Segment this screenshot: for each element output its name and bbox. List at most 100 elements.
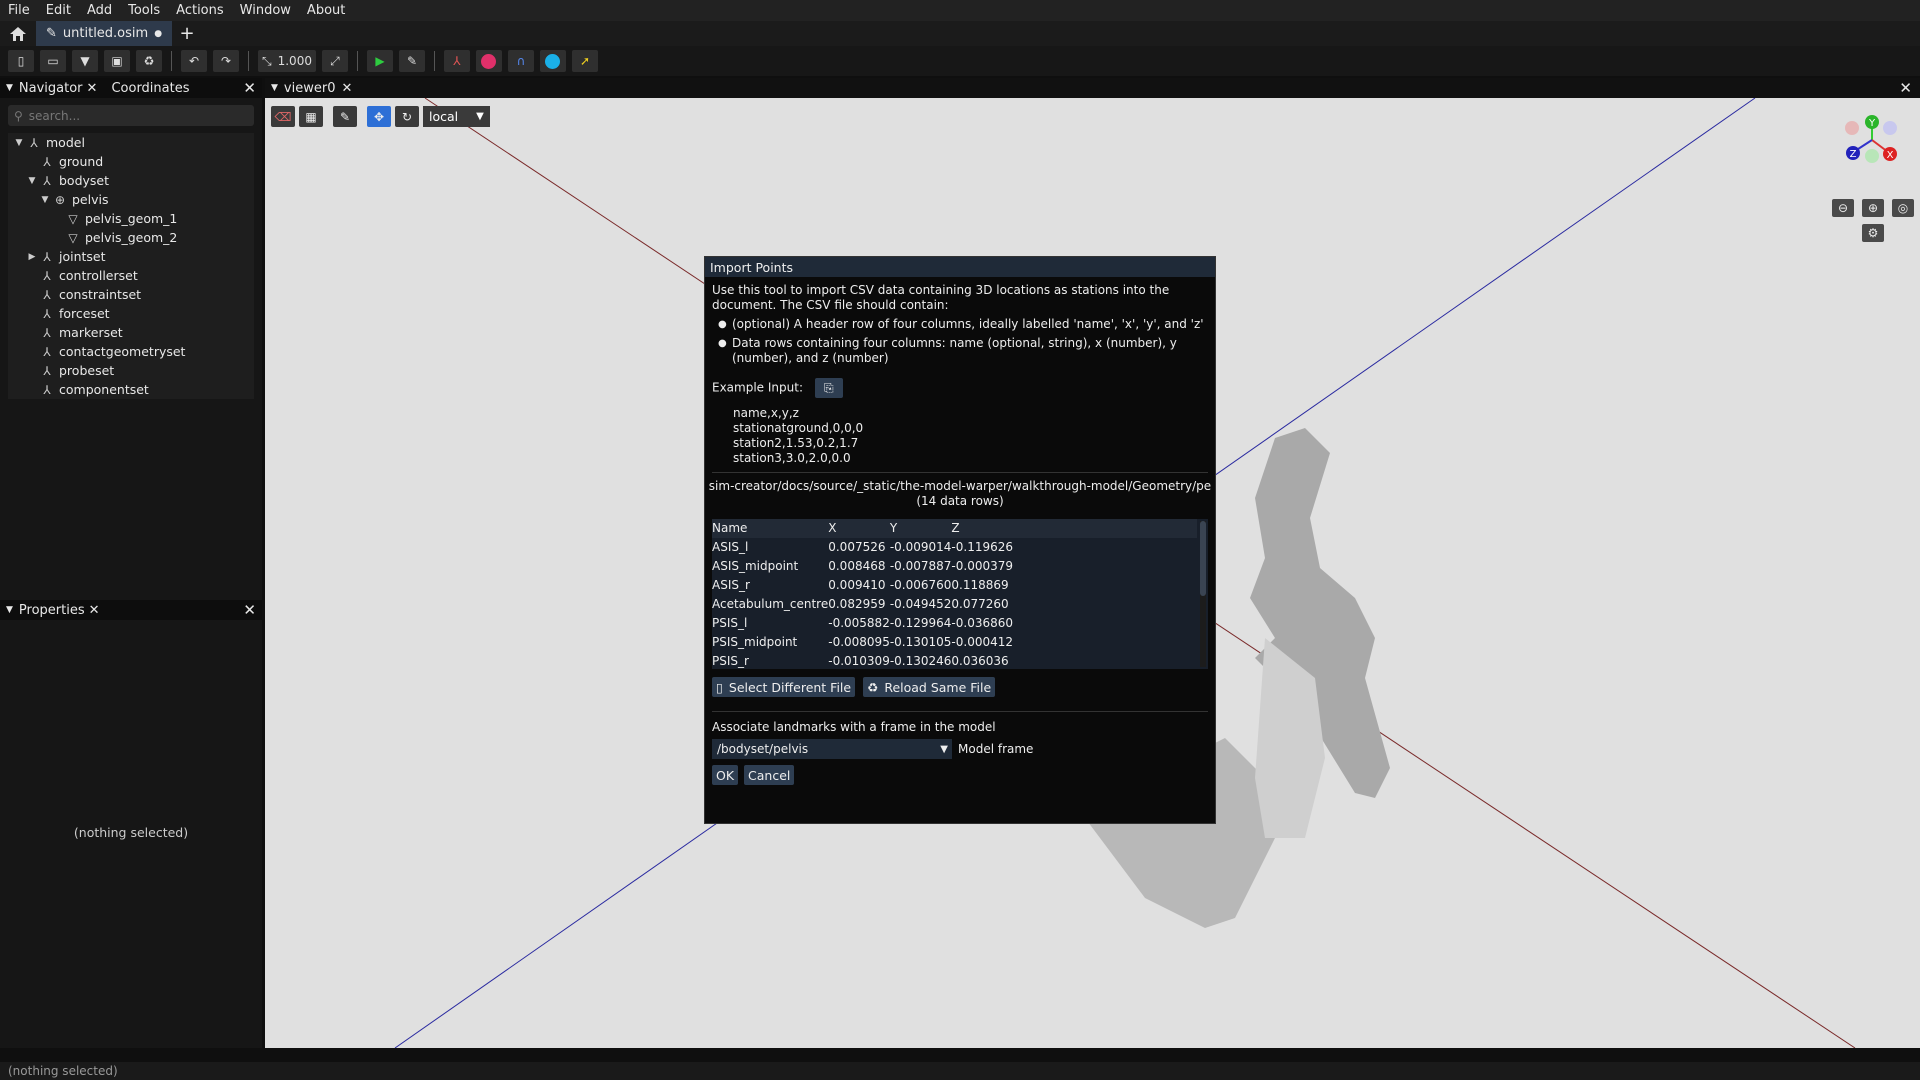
reload-same-file-button[interactable]: ♻ Reload Same File	[863, 677, 996, 697]
component-icon: ⅄	[43, 363, 51, 378]
tab-file[interactable]: ✎ untitled.osim ●	[36, 21, 173, 46]
neg-x-handle[interactable]	[1845, 121, 1859, 135]
open-file-button[interactable]: ▭	[40, 50, 66, 72]
tree-item[interactable]: ▶ ⅄ jointset	[8, 247, 254, 266]
scale-up-button[interactable]: ⤢	[321, 50, 348, 72]
tree-item[interactable]: ▼ ⅄ bodyset	[8, 171, 254, 190]
tree-item[interactable]: ⅄ controllerset	[8, 266, 254, 285]
separator	[356, 51, 358, 71]
ok-button[interactable]: OK	[712, 765, 739, 785]
edit-sim-settings-button[interactable]: ✎	[398, 50, 425, 72]
tree-item[interactable]: ⅄ constraintset	[8, 285, 254, 304]
tree-item[interactable]: ⅄ ground	[8, 152, 254, 171]
search-placeholder: search...	[28, 108, 81, 123]
select-different-file-button[interactable]: ▯ Select Different File	[712, 677, 856, 697]
close-icon[interactable]: ✕	[87, 81, 98, 96]
simulate-button[interactable]: ▶	[366, 50, 393, 72]
undo-button[interactable]: ↶	[181, 50, 207, 72]
table-cell: -0.007887	[889, 559, 952, 573]
grid-options-button[interactable]: ▦	[299, 106, 323, 127]
scrollbar-thumb[interactable]	[1200, 521, 1206, 596]
menu-item[interactable]: Actions	[176, 3, 224, 18]
data-table[interactable]: Name X Y Z ASIS_l 0.007526 -0.009014 -0.119626…	[712, 519, 1208, 669]
table-cell: Acetabulum_centre	[712, 597, 829, 611]
table-row: Acetabulum_centre 0.082959 -0.049452 0.0772…	[712, 595, 1197, 614]
tab-coordinates[interactable]: Coordinates	[111, 81, 189, 96]
copy-example-button[interactable]: ⎘	[814, 378, 843, 398]
axes-gizmo[interactable]: Y X Z	[1830, 98, 1910, 178]
add-station-button[interactable]: ➚	[571, 50, 598, 72]
frame-dropdown[interactable]: local ▼	[423, 106, 490, 127]
table-cell: -0.008095	[828, 635, 890, 649]
home-icon	[10, 26, 26, 41]
play-icon: ▶	[375, 54, 385, 68]
menu-item[interactable]: Tools	[128, 3, 160, 18]
scale-down-button[interactable]: ⤡ 1.000	[258, 50, 316, 72]
cancel-button[interactable]: Cancel	[744, 765, 795, 785]
tree-item[interactable]: ⅄ forceset	[8, 304, 254, 323]
expand-arrow-icon[interactable]: ▼	[38, 195, 52, 205]
scale-value[interactable]: 1.000	[278, 54, 312, 68]
reload-button[interactable]: ♻	[136, 50, 162, 72]
new-file-button[interactable]: ▯	[8, 50, 34, 72]
tree-item[interactable]: ⅄ contactgeometryset	[8, 342, 254, 361]
tree-item[interactable]: ⅄ markerset	[8, 323, 254, 342]
tree-item[interactable]: ▽ pelvis_geom_2	[8, 228, 254, 247]
associate-label: Associate landmarks with a frame in the …	[712, 720, 996, 734]
add-joint-button[interactable]: ⅄	[443, 50, 470, 72]
add-muscle-button[interactable]: ∩	[507, 50, 534, 72]
table-scrollbar[interactable]	[1200, 521, 1206, 667]
save-button[interactable]: ▣	[104, 50, 130, 72]
tab-coordinates-label: Coordinates	[111, 80, 190, 96]
ruler-button[interactable]: ✎	[333, 106, 357, 127]
tree-item[interactable]: ⅄ probeset	[8, 361, 254, 380]
menu-item[interactable]: About	[307, 3, 345, 18]
panel-menu-icon[interactable]: ▼	[6, 83, 13, 93]
zoom-out-button[interactable]: ⊖	[1832, 199, 1854, 217]
rotate-gizmo-button[interactable]: ↻	[395, 106, 419, 127]
tab-navigator[interactable]: Navigator ✕	[19, 81, 98, 96]
panel-menu-icon[interactable]: ▼	[6, 605, 13, 615]
add-body-button[interactable]	[475, 50, 502, 72]
close-icon[interactable]: ✕	[341, 81, 352, 96]
autofocus-button[interactable]: ◎	[1892, 199, 1914, 217]
muscle-icon: ∩	[516, 54, 526, 68]
translate-gizmo-button[interactable]: ✥	[367, 106, 391, 127]
add-tab-button[interactable]: +	[172, 21, 202, 46]
viewer-settings-button[interactable]: ⚙	[1862, 224, 1884, 242]
expand-arrow-icon[interactable]: ▶	[25, 252, 39, 262]
table-cell: -0.000379	[951, 559, 1014, 573]
neg-z-handle[interactable]	[1883, 121, 1897, 135]
bullet-icon: ●	[718, 319, 727, 330]
edit-icon: ✎	[46, 26, 57, 41]
tree-item[interactable]: ⅄ componentset	[8, 380, 254, 399]
close-panel-icon[interactable]: ✕	[243, 601, 256, 619]
menu-item[interactable]: Edit	[46, 3, 71, 18]
redo-button[interactable]: ↷	[213, 50, 239, 72]
expand-arrow-icon[interactable]: ▼	[12, 138, 26, 148]
table-cell: -0.000412	[951, 635, 1014, 649]
home-tab[interactable]	[0, 21, 36, 46]
tree-item[interactable]: ▽ pelvis_geom_1	[8, 209, 254, 228]
zoom-in-button[interactable]: ⊕	[1862, 199, 1884, 217]
menu-item[interactable]: File	[8, 3, 30, 18]
close-panel-icon[interactable]: ✕	[243, 79, 256, 97]
component-icon: ⅄	[43, 287, 51, 302]
panel-menu-icon[interactable]: ▼	[271, 83, 278, 93]
tree-item[interactable]: ▼ ⅄ model	[8, 133, 254, 152]
add-marker-button[interactable]	[539, 50, 566, 72]
expand-arrow-icon[interactable]: ▼	[25, 176, 39, 186]
menu-item[interactable]: Add	[87, 3, 112, 18]
model-frame-dropdown[interactable]: /bodyset/pelvis ▼	[712, 739, 952, 759]
search-input[interactable]: ⚲ search...	[8, 105, 254, 126]
measure-button[interactable]: ⌫	[271, 106, 295, 127]
properties-panel: ▼ Properties ✕ ✕ (nothing selected)	[0, 600, 262, 1048]
tab-properties[interactable]: Properties ✕	[19, 603, 100, 618]
close-icon[interactable]: ✕	[89, 603, 100, 618]
menu-item[interactable]: Window	[240, 3, 291, 18]
bullet-item: ● (optional) A header row of four columns…	[718, 317, 1208, 332]
neg-y-handle[interactable]	[1865, 149, 1879, 163]
recent-files-dropdown[interactable]: ▼	[72, 50, 98, 72]
close-viewer-icon[interactable]: ✕	[1899, 79, 1912, 97]
tree-item[interactable]: ▼ ⊕ pelvis	[8, 190, 254, 209]
